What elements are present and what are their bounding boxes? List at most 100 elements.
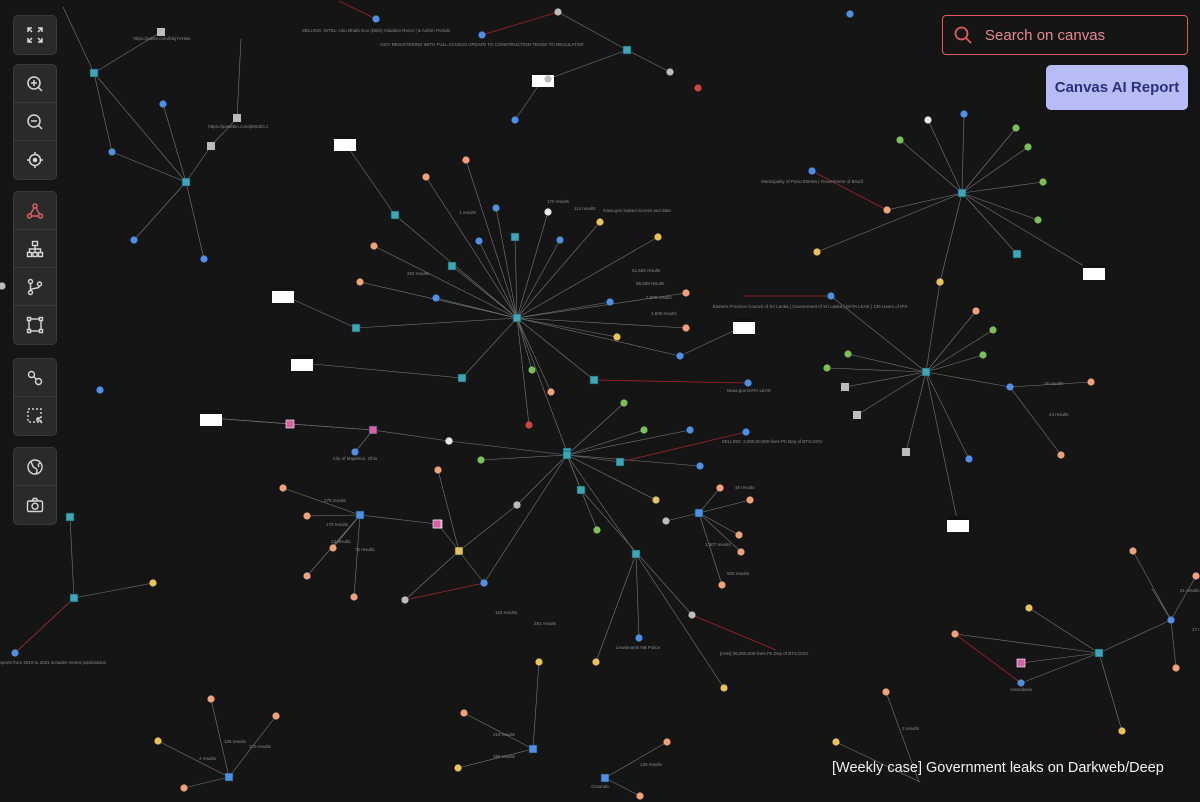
dot-node[interactable] — [445, 437, 453, 445]
dot-node[interactable] — [1024, 143, 1032, 151]
dot-node[interactable] — [737, 548, 745, 556]
dot-node[interactable] — [696, 462, 704, 470]
dot-node[interactable] — [556, 236, 564, 244]
dot-node[interactable] — [654, 233, 662, 241]
dot-node[interactable] — [746, 496, 754, 504]
dot-node[interactable] — [896, 136, 904, 144]
dot-node[interactable] — [823, 364, 831, 372]
dot-node[interactable] — [1039, 178, 1047, 186]
dot-node[interactable] — [1057, 451, 1065, 459]
force-layout-button[interactable] — [14, 192, 56, 230]
image-node[interactable] — [1083, 264, 1105, 280]
dot-node[interactable] — [716, 484, 724, 492]
dot-node[interactable] — [460, 709, 468, 717]
dot-node[interactable] — [827, 292, 835, 300]
dot-node[interactable] — [511, 116, 519, 124]
screenshot-button[interactable] — [14, 486, 56, 524]
square-node[interactable] — [512, 313, 522, 323]
square-node[interactable] — [89, 68, 99, 78]
dot-node[interactable] — [606, 298, 614, 306]
dot-node[interactable] — [149, 579, 157, 587]
canvas-ai-report-button[interactable]: Canvas AI Report — [1046, 65, 1188, 110]
dot-node[interactable] — [454, 764, 462, 772]
square-node[interactable] — [921, 367, 931, 377]
dot-node[interactable] — [682, 289, 690, 297]
pink-node[interactable] — [432, 519, 442, 529]
dot-node[interactable] — [808, 167, 816, 175]
dot-node[interactable] — [525, 421, 533, 429]
dot-node[interactable] — [844, 350, 852, 358]
dot-node[interactable] — [154, 737, 162, 745]
dot-node[interactable] — [640, 426, 648, 434]
fit-screen-button[interactable] — [14, 16, 56, 54]
dot-node[interactable] — [1087, 378, 1095, 386]
dot-node[interactable] — [593, 526, 601, 534]
dot-node[interactable] — [951, 630, 959, 638]
dot-node[interactable] — [130, 236, 138, 244]
dot-node[interactable] — [1192, 572, 1200, 580]
dot-node[interactable] — [635, 634, 643, 642]
dot-node[interactable] — [535, 658, 543, 666]
zoom-out-button[interactable] — [14, 103, 56, 141]
dot-node[interactable] — [207, 695, 215, 703]
center-button[interactable] — [14, 141, 56, 179]
doc-node[interactable] — [157, 28, 165, 36]
dot-node[interactable] — [592, 658, 600, 666]
dot-node[interactable] — [1118, 727, 1126, 735]
dot-node[interactable] — [200, 255, 208, 263]
frame-button[interactable] — [14, 306, 56, 344]
square-node[interactable] — [69, 593, 79, 603]
dot-node[interactable] — [882, 688, 890, 696]
square-node[interactable] — [562, 450, 572, 460]
canvas-search[interactable] — [942, 15, 1188, 55]
dot-node[interactable] — [180, 784, 188, 792]
square-node[interactable] — [510, 232, 520, 242]
dot-node[interactable] — [279, 484, 287, 492]
square-node[interactable] — [454, 546, 464, 556]
dot-node[interactable] — [11, 649, 19, 657]
dot-node[interactable] — [596, 218, 604, 226]
doc-node[interactable] — [853, 411, 861, 419]
dot-node[interactable] — [1012, 124, 1020, 132]
dot-node[interactable] — [108, 148, 116, 156]
link-button[interactable] — [14, 359, 56, 397]
dot-node[interactable] — [742, 428, 750, 436]
dot-node[interactable] — [636, 792, 644, 800]
square-node[interactable] — [600, 773, 610, 783]
dot-node[interactable] — [159, 100, 167, 108]
dot-node[interactable] — [972, 307, 980, 315]
doc-node[interactable] — [902, 448, 910, 456]
doc-node[interactable] — [207, 142, 215, 150]
dot-node[interactable] — [936, 278, 944, 286]
dot-node[interactable] — [965, 455, 973, 463]
doc-node[interactable] — [233, 114, 241, 122]
pink-node[interactable] — [285, 419, 295, 429]
square-node[interactable] — [351, 323, 361, 333]
dot-node[interactable] — [272, 712, 280, 720]
square-node[interactable] — [1012, 249, 1022, 259]
dot-node[interactable] — [351, 448, 359, 456]
select-area-button[interactable] — [14, 397, 56, 435]
dot-node[interactable] — [735, 531, 743, 539]
dot-node[interactable] — [663, 738, 671, 746]
hierarchy-layout-button[interactable] — [14, 230, 56, 268]
square-node[interactable] — [576, 485, 586, 495]
dot-node[interactable] — [370, 242, 378, 250]
dot-node[interactable] — [694, 84, 702, 92]
square-node[interactable] — [528, 744, 538, 754]
square-node[interactable] — [1094, 648, 1104, 658]
square-node[interactable] — [589, 375, 599, 385]
pink-node[interactable] — [1016, 658, 1026, 668]
doc-node[interactable] — [841, 383, 849, 391]
square-node[interactable] — [447, 261, 457, 271]
dot-node[interactable] — [744, 379, 752, 387]
dot-node[interactable] — [682, 324, 690, 332]
dot-node[interactable] — [883, 206, 891, 214]
dot-node[interactable] — [329, 544, 337, 552]
dot-node[interactable] — [434, 466, 442, 474]
graph-nodes[interactable] — [0, 8, 1200, 800]
dot-node[interactable] — [356, 278, 364, 286]
dot-node[interactable] — [1006, 383, 1014, 391]
dot-node[interactable] — [718, 581, 726, 589]
square-node[interactable] — [224, 772, 234, 782]
